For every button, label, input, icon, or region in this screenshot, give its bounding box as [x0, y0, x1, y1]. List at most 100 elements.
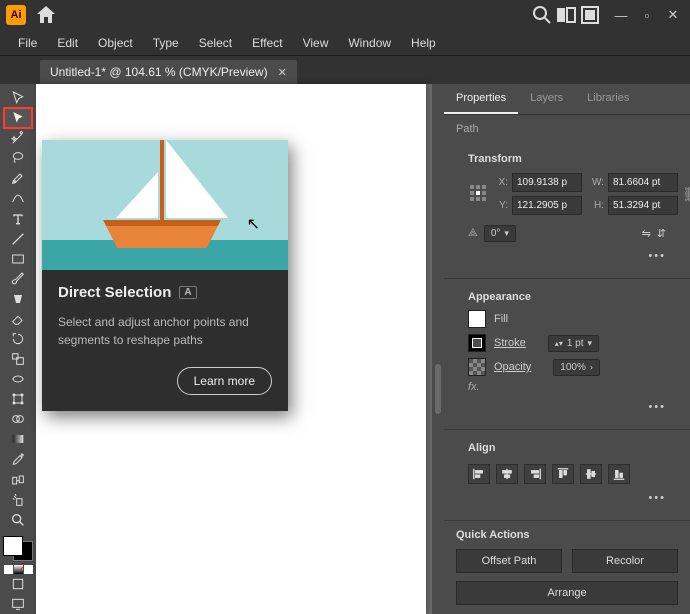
properties-panel: Properties Layers Libraries Path Transfo…	[444, 84, 690, 614]
tab-properties[interactable]: Properties	[444, 84, 518, 114]
align-more-icon[interactable]: •••	[456, 490, 678, 510]
align-hcenter-icon[interactable]	[496, 464, 518, 484]
y-input[interactable]	[512, 196, 582, 215]
minimize-button[interactable]: —	[610, 7, 632, 23]
opacity-label[interactable]: Opacity	[494, 361, 531, 373]
align-vcenter-icon[interactable]	[580, 464, 602, 484]
magic-wand-tool[interactable]	[4, 128, 32, 148]
menu-type[interactable]: Type	[143, 32, 189, 54]
fill-swatch[interactable]	[468, 310, 486, 328]
brush-tool[interactable]	[4, 269, 32, 289]
recolor-button[interactable]: Recolor	[572, 549, 678, 573]
fx-button[interactable]: fx.	[456, 379, 678, 399]
scrollbar-vertical[interactable]	[432, 84, 444, 614]
pen-tool[interactable]	[4, 168, 32, 188]
object-type-label: Path	[444, 115, 690, 141]
menu-window[interactable]: Window	[338, 32, 401, 54]
draw-mode-tool[interactable]	[4, 574, 32, 594]
transform-more-icon[interactable]: •••	[456, 248, 678, 268]
stroke-swatch[interactable]	[468, 334, 486, 352]
fill-label: Fill	[494, 313, 508, 325]
rotate-tool[interactable]	[4, 329, 32, 349]
tool-panel: ⁄	[0, 84, 36, 614]
appearance-more-icon[interactable]: •••	[456, 399, 678, 419]
menu-select[interactable]: Select	[189, 32, 242, 54]
opacity-input[interactable]: 100%›	[553, 359, 600, 376]
align-bottom-icon[interactable]	[608, 464, 630, 484]
fill-stroke-swatch[interactable]	[3, 536, 33, 561]
arrange-docs-icon[interactable]	[578, 3, 602, 27]
workspace-icon[interactable]	[554, 3, 578, 27]
document-tab[interactable]: Untitled-1* @ 104.61 % (CMYK/Preview) ✕	[40, 60, 297, 84]
opacity-swatch[interactable]	[468, 358, 486, 376]
curvature-tool[interactable]	[4, 188, 32, 208]
free-transform-tool[interactable]	[4, 389, 32, 409]
eyedropper-tool[interactable]	[4, 449, 32, 469]
document-tab-label: Untitled-1* @ 104.61 % (CMYK/Preview)	[50, 65, 268, 79]
shape-builder-tool[interactable]	[4, 409, 32, 429]
stroke-label[interactable]: Stroke	[494, 337, 526, 349]
tab-layers[interactable]: Layers	[518, 84, 575, 114]
symbol-sprayer-tool[interactable]	[4, 490, 32, 510]
close-tab-icon[interactable]: ✕	[278, 66, 287, 79]
reference-point[interactable]	[468, 183, 490, 205]
tool-tooltip-card: ↖ Direct Selection A Select and adjust a…	[42, 140, 288, 411]
width-tool[interactable]	[4, 369, 32, 389]
title-bar: Ai — ▫ ✕	[0, 0, 690, 30]
shaper-tool[interactable]	[4, 289, 32, 309]
appearance-heading: Appearance	[456, 283, 678, 307]
w-label: W:	[586, 177, 604, 188]
quick-actions-heading: Quick Actions	[444, 521, 690, 545]
app-logo: Ai	[6, 5, 26, 25]
link-wh-icon[interactable]: ⛓	[682, 186, 690, 203]
line-tool[interactable]	[4, 229, 32, 249]
stroke-weight-input[interactable]: ▴▾1 pt▾	[548, 335, 599, 352]
menu-effect[interactable]: Effect	[242, 32, 292, 54]
lasso-tool[interactable]	[4, 148, 32, 168]
w-input[interactable]	[608, 173, 678, 192]
close-button[interactable]: ✕	[662, 7, 684, 23]
tooltip-title: Direct Selection	[58, 284, 171, 301]
align-top-icon[interactable]	[552, 464, 574, 484]
search-icon[interactable]	[530, 3, 554, 27]
align-right-icon[interactable]	[524, 464, 546, 484]
flip-vertical-icon[interactable]: ⇵	[657, 227, 666, 240]
menu-object[interactable]: Object	[88, 32, 143, 54]
scale-tool[interactable]	[4, 349, 32, 369]
menu-help[interactable]: Help	[401, 32, 446, 54]
arrange-button[interactable]: Arrange	[456, 581, 678, 605]
angle-input[interactable]: 0°▾	[484, 225, 516, 242]
align-left-icon[interactable]	[468, 464, 490, 484]
gradient-tool[interactable]	[4, 429, 32, 449]
tab-libraries[interactable]: Libraries	[575, 84, 641, 114]
angle-icon: ⟁	[468, 227, 478, 240]
tooltip-description: Select and adjust anchor points and segm…	[58, 313, 272, 349]
type-tool[interactable]	[4, 208, 32, 228]
zoom-tool[interactable]	[4, 510, 32, 530]
document-tab-row: Untitled-1* @ 104.61 % (CMYK/Preview) ✕	[0, 56, 690, 84]
menu-file[interactable]: File	[8, 32, 47, 54]
color-mode-row[interactable]: ⁄	[4, 565, 33, 574]
direct-selection-tool[interactable]	[4, 108, 32, 128]
menu-view[interactable]: View	[293, 32, 339, 54]
offset-path-button[interactable]: Offset Path	[456, 549, 562, 573]
tooltip-shortcut: A	[179, 286, 196, 299]
maximize-button[interactable]: ▫	[636, 7, 658, 23]
home-icon[interactable]	[34, 3, 58, 27]
tooltip-illustration: ↖	[42, 140, 288, 270]
rectangle-tool[interactable]	[4, 249, 32, 269]
flip-horizontal-icon[interactable]: ⇋	[642, 227, 651, 240]
blend-tool[interactable]	[4, 469, 32, 489]
selection-tool[interactable]	[4, 88, 32, 108]
x-input[interactable]	[512, 173, 582, 192]
transform-heading: Transform	[456, 145, 678, 169]
h-label: H:	[586, 200, 604, 211]
y-label: Y:	[494, 200, 508, 211]
h-input[interactable]	[608, 196, 678, 215]
screen-mode-tool[interactable]	[4, 594, 32, 614]
menu-edit[interactable]: Edit	[47, 32, 88, 54]
align-heading: Align	[456, 434, 678, 458]
menu-bar: File Edit Object Type Select Effect View…	[0, 30, 690, 56]
learn-more-button[interactable]: Learn more	[177, 367, 272, 395]
eraser-tool[interactable]	[4, 309, 32, 329]
